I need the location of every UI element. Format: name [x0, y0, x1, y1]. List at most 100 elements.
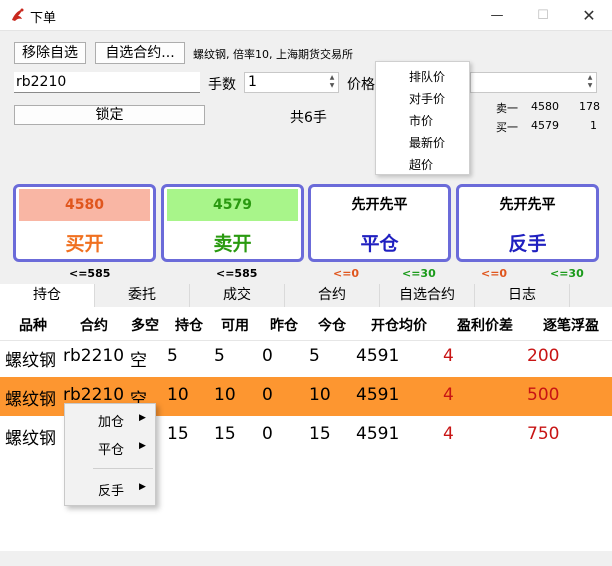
price-option-over[interactable]: 超价 [409, 156, 433, 173]
price-label: 价格 [347, 77, 375, 93]
header-avg-open-price[interactable]: 开仓均价 [371, 315, 427, 335]
cell-yesterday: 0 [262, 424, 273, 444]
cell-avg-open-price: 4591 [356, 346, 400, 366]
header-yesterday[interactable]: 昨仓 [270, 315, 298, 335]
watch-contract-button[interactable]: 自选合约... [95, 42, 185, 64]
tab-watch-contracts[interactable]: 自选合约 [380, 284, 475, 307]
sell-open-limit: <=585 [216, 267, 258, 280]
buy-open-label: 买开 [65, 233, 104, 255]
cell-profit-spread: 4 [443, 346, 454, 366]
spin-arrows-icon[interactable]: ▲ ▼ [327, 74, 337, 90]
submenu-arrow-icon: ▶ [139, 413, 146, 423]
tab-trades[interactable]: 成交 [190, 284, 285, 307]
header-contract[interactable]: 合约 [80, 315, 108, 335]
remove-watch-button[interactable]: 移除自选 [14, 42, 86, 64]
header-today[interactable]: 今仓 [318, 315, 346, 335]
cell-profit-spread: 4 [443, 424, 454, 444]
cell-direction: 空 [130, 351, 147, 371]
sell-open-label: 卖开 [213, 233, 252, 255]
title-bar: 下单 — ☐ ✕ [0, 0, 612, 31]
close-yesterday-limit: <=30 [402, 267, 436, 280]
sell-open-button[interactable]: 4579 卖开 [161, 184, 304, 262]
price-stepper[interactable]: ▲ ▼ [470, 72, 597, 93]
price-option-last[interactable]: 最新价 [409, 134, 445, 151]
tab-bar: 持仓 委托 成交 合约 自选合约 日志 [0, 284, 612, 307]
reverse-mode: 先开先平 [462, 189, 593, 221]
header-profit-spread[interactable]: 盈利价差 [457, 315, 513, 335]
header-direction[interactable]: 多空 [131, 315, 159, 335]
bid-label: 买一 [496, 121, 518, 134]
header-product[interactable]: 品种 [19, 315, 47, 335]
reverse-button[interactable]: 先开先平 反手 [456, 184, 599, 262]
ask-label: 卖一 [496, 102, 518, 115]
bid-volume: 1 [590, 119, 597, 132]
cell-floating-pnl: 200 [527, 346, 560, 366]
window-title: 下单 [30, 11, 57, 26]
header-position[interactable]: 持仓 [175, 315, 203, 335]
menu-reverse[interactable]: 反手 [98, 480, 124, 499]
minimize-button[interactable]: — [474, 0, 520, 31]
cell-available: 10 [214, 385, 236, 405]
submenu-arrow-icon: ▶ [139, 441, 146, 451]
symbol-input[interactable] [14, 72, 200, 93]
close-button[interactable]: ✕ [566, 0, 612, 31]
ask-volume: 178 [579, 100, 600, 113]
cell-today: 10 [309, 385, 331, 405]
sell-open-price: 4579 [167, 189, 298, 221]
cell-yesterday: 0 [262, 346, 273, 366]
price-option-queue[interactable]: 排队价 [409, 68, 445, 85]
cell-position: 10 [167, 385, 189, 405]
price-type-dropdown: 排队价 对手价 市价 最新价 超价 [375, 61, 470, 175]
qty-stepper[interactable]: 1 ▲ ▼ [244, 72, 339, 93]
price-option-market[interactable]: 市价 [409, 112, 433, 129]
buy-open-limit: <=585 [69, 267, 111, 280]
cell-position: 5 [167, 346, 178, 366]
app-logo-icon [12, 8, 24, 21]
scrollbar-track[interactable] [282, 551, 610, 553]
close-position-mode: 先开先平 [314, 189, 445, 221]
table-header: 品种 合约 多空 持仓 可用 昨仓 今仓 开仓均价 盈利价差 逐笔浮盈 [0, 307, 612, 341]
cell-yesterday: 0 [262, 385, 273, 405]
buy-open-button[interactable]: 4580 买开 [13, 184, 156, 262]
qty-label: 手数 [208, 77, 236, 93]
cell-floating-pnl: 500 [527, 385, 560, 405]
cell-profit-spread: 4 [443, 385, 454, 405]
cell-available: 5 [214, 346, 225, 366]
reverse-yesterday-limit: <=30 [550, 267, 584, 280]
tab-orders[interactable]: 委托 [95, 284, 190, 307]
menu-close-position[interactable]: 平仓 [98, 439, 124, 458]
header-floating-pnl[interactable]: 逐笔浮盈 [543, 315, 599, 335]
table-row[interactable]: 螺纹钢 rb2210 空 5 5 0 5 4591 4 200 [0, 338, 612, 377]
cell-today: 15 [309, 424, 331, 444]
maximize-button[interactable]: ☐ [520, 0, 566, 31]
cell-contract: rb2210 [63, 346, 125, 366]
close-today-limit: <=0 [333, 267, 360, 280]
bid-price: 4579 [531, 119, 559, 132]
tab-contracts[interactable]: 合约 [285, 284, 380, 307]
cell-position: 15 [167, 424, 189, 444]
header-available[interactable]: 可用 [221, 315, 249, 335]
cell-avg-open-price: 4591 [356, 424, 400, 444]
tab-log[interactable]: 日志 [475, 284, 570, 307]
spin-arrows-icon[interactable]: ▲ ▼ [585, 74, 595, 90]
total-lots: 共6手 [290, 110, 327, 126]
reverse-label: 反手 [508, 233, 547, 255]
close-position-button[interactable]: 先开先平 平仓 [308, 184, 451, 262]
cell-contract: rb2210 [63, 385, 125, 405]
cell-today: 5 [309, 346, 320, 366]
cell-product: 螺纹钢 [5, 390, 56, 410]
buy-open-price: 4580 [19, 189, 150, 221]
cell-avg-open-price: 4591 [356, 385, 400, 405]
ask-price: 4580 [531, 100, 559, 113]
cell-available: 15 [214, 424, 236, 444]
cell-floating-pnl: 750 [527, 424, 560, 444]
menu-add-position[interactable]: 加仓 [98, 411, 124, 430]
reverse-today-limit: <=0 [481, 267, 508, 280]
lock-button[interactable]: 锁定 [14, 105, 205, 125]
qty-value: 1 [248, 74, 257, 90]
price-option-counterparty[interactable]: 对手价 [409, 90, 445, 107]
row-context-menu: 加仓 ▶ 平仓 ▶ 反手 ▶ [64, 403, 156, 506]
menu-divider [93, 468, 153, 469]
tab-positions[interactable]: 持仓 [0, 284, 95, 307]
submenu-arrow-icon: ▶ [139, 482, 146, 492]
